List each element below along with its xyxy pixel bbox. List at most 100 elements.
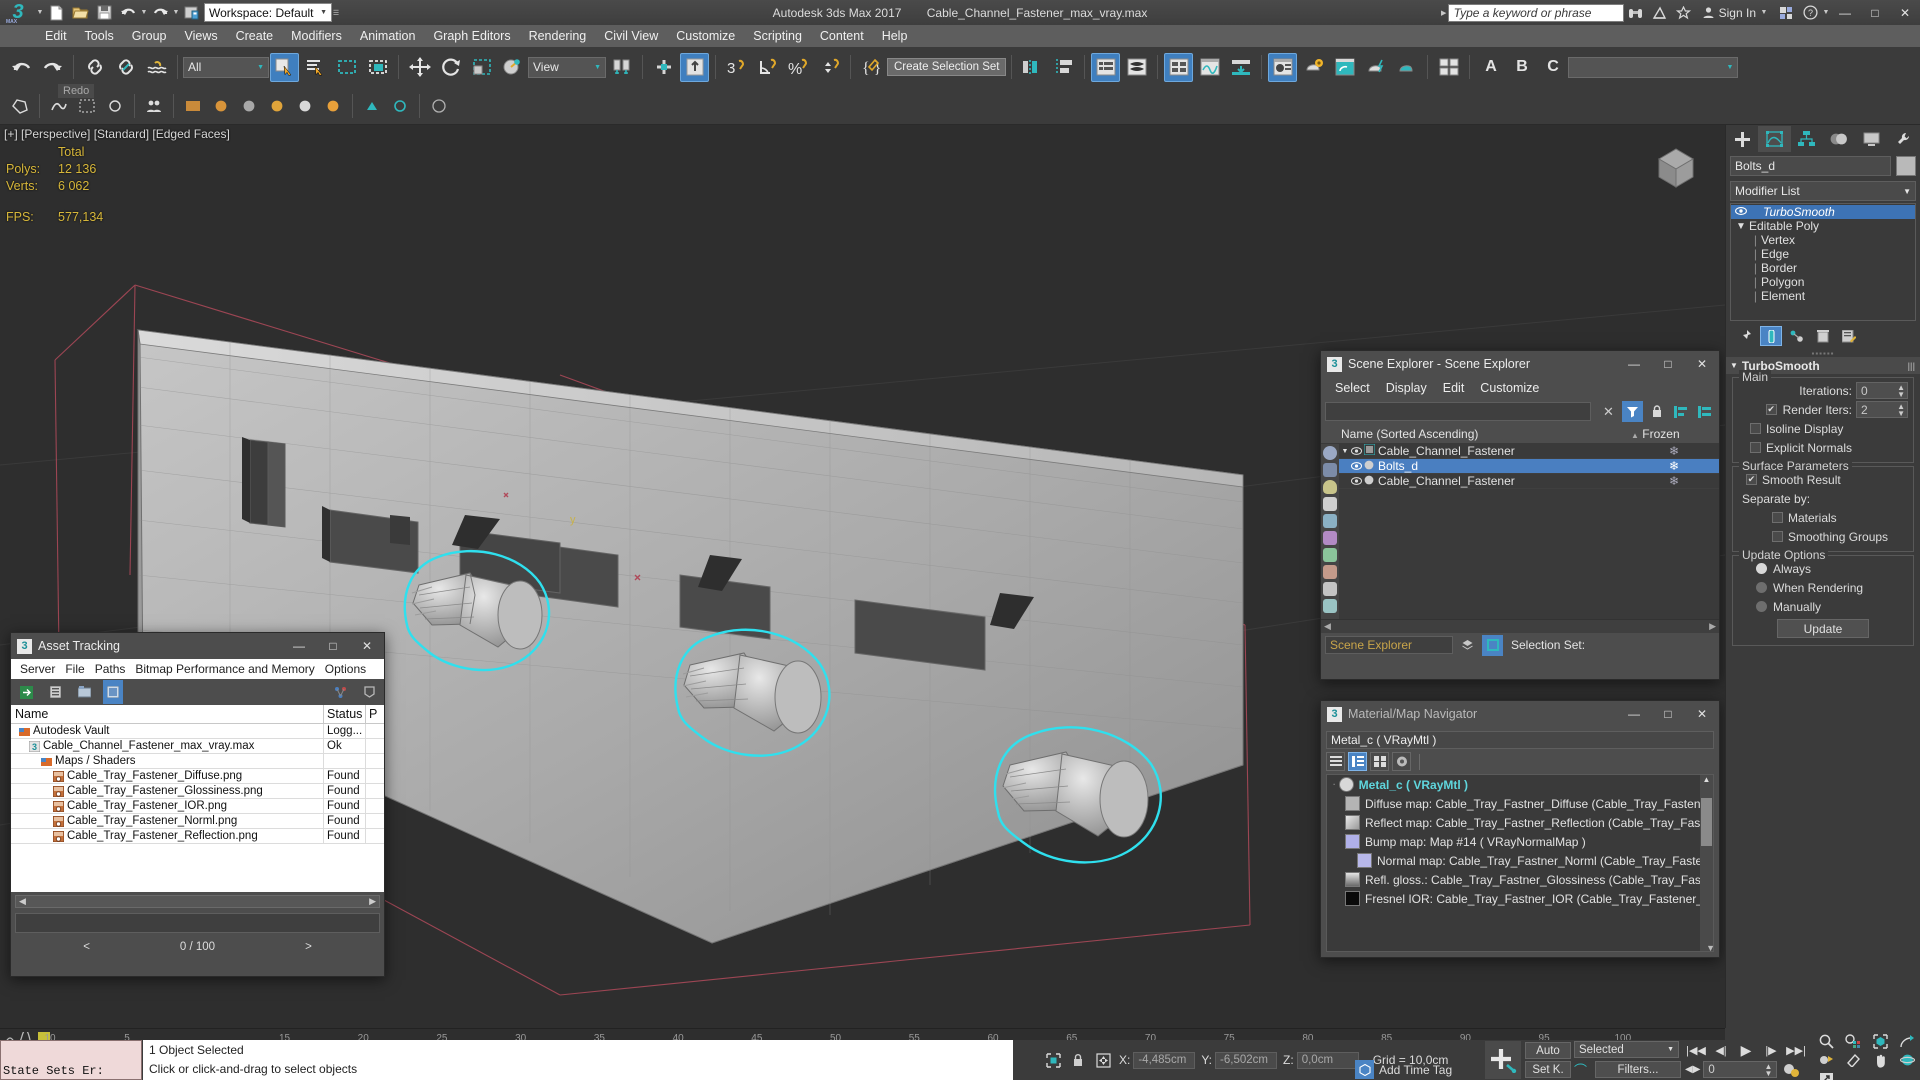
scene-explorer-row-group[interactable]: ▼ Cable_Channel_Fastener ❄: [1339, 443, 1719, 459]
show-end-result-icon[interactable]: [1760, 326, 1782, 346]
filter-particles-icon[interactable]: [1323, 599, 1337, 613]
remove-modifier-trash-icon[interactable]: [1812, 326, 1834, 346]
key-filter-caret-icon[interactable]: ▼: [1667, 1046, 1674, 1053]
stack-subobject-element[interactable]: | Element: [1731, 289, 1915, 303]
menu-item-scripting[interactable]: Scripting: [744, 25, 811, 47]
time-tag-icon[interactable]: [1355, 1060, 1374, 1079]
at-row-reflection-png[interactable]: Cable_Tray_Fastener_Reflection.png Found: [11, 829, 384, 844]
column-frozen[interactable]: ▲ Frozen: [1627, 427, 1719, 441]
scene-explorer-menu-edit[interactable]: Edit: [1435, 381, 1473, 395]
modifier-list-caret-icon[interactable]: ▼: [1903, 187, 1911, 196]
text-tool-a-button[interactable]: A: [1476, 53, 1505, 82]
key-filter-combo[interactable]: Selected ▼: [1574, 1041, 1679, 1058]
scene-explorer-minimize-button[interactable]: —: [1617, 351, 1651, 377]
asset-tracking-titlebar[interactable]: 3 Asset Tracking — □ ✕: [11, 633, 384, 659]
at-paths-view-icon[interactable]: [74, 682, 94, 702]
scroll-up-arrow-icon[interactable]: ▲: [1700, 775, 1713, 784]
render-production-button[interactable]: [1361, 53, 1390, 82]
matnav-row-reflect[interactable]: Reflect map: Cable_Tray_Fastner_Reflecti…: [1327, 813, 1713, 832]
menu-item-create[interactable]: Create: [227, 25, 283, 47]
matnav-close-button[interactable]: ✕: [1685, 701, 1719, 727]
open-file-icon[interactable]: [69, 2, 91, 24]
infocenter-expand-icon[interactable]: ▶: [1440, 9, 1448, 17]
maximize-viewport-toggle-icon[interactable]: [1813, 1070, 1839, 1080]
scene-explorer-row-child[interactable]: Cable_Channel_Fastener ❄: [1339, 474, 1719, 489]
filter-shapes-icon[interactable]: [1323, 463, 1337, 477]
scene-converter-button[interactable]: [1122, 53, 1151, 82]
help-caret-icon[interactable]: ▼: [1822, 9, 1830, 16]
stack-subobject-vertex[interactable]: | Vertex: [1731, 233, 1915, 247]
update-mode-manually-row[interactable]: Manually: [1738, 597, 1908, 616]
at-menu-paths[interactable]: Paths: [90, 662, 131, 676]
expand-all-icon[interactable]: [1670, 401, 1691, 422]
schematic-view-button[interactable]: [1195, 53, 1224, 82]
populate-icon[interactable]: [141, 93, 167, 119]
menu-item-content[interactable]: Content: [811, 25, 873, 47]
modifier-stack[interactable]: TurboSmooth ▼ Editable Poly | Vertex | E…: [1730, 203, 1916, 321]
3ds-max-logo-icon[interactable]: 3 MAX: [0, 0, 36, 25]
render-shade-2-icon[interactable]: [208, 93, 234, 119]
undo-icon[interactable]: [117, 2, 139, 24]
menu-item-rendering[interactable]: Rendering: [520, 25, 596, 47]
panel-grip-handle[interactable]: ▪▪▪▪▪▪: [1726, 349, 1920, 358]
layer-explorer-button[interactable]: [1091, 52, 1121, 82]
redo-dropdown-caret-icon[interactable]: ▼: [172, 9, 180, 16]
hierarchy-tab[interactable]: [1791, 126, 1823, 152]
scene-explorer-close-button[interactable]: ✕: [1685, 351, 1719, 377]
menu-item-animation[interactable]: Animation: [351, 25, 425, 47]
menu-item-tools[interactable]: Tools: [76, 25, 123, 47]
render-shade-6-icon[interactable]: [320, 93, 346, 119]
menu-item-customize[interactable]: Customize: [667, 25, 744, 47]
viewport-label[interactable]: [+] [Perspective] [Standard] [Edged Face…: [4, 127, 230, 141]
at-vault-icon[interactable]: [359, 682, 379, 702]
lock-icon[interactable]: [1646, 401, 1667, 422]
select-and-scale-button[interactable]: [467, 53, 496, 82]
menu-item-group[interactable]: Group: [123, 25, 176, 47]
set-key-toggle-button[interactable]: Set K.: [1525, 1061, 1571, 1078]
clear-search-icon[interactable]: ✕: [1598, 401, 1619, 422]
sign-in-button[interactable]: Sign In ▼: [1696, 6, 1774, 20]
menu-item-edit[interactable]: Edit: [36, 25, 76, 47]
create-tab[interactable]: [1726, 126, 1758, 152]
smoothing-groups-checkbox[interactable]: [1772, 531, 1783, 542]
scene-explorer-window[interactable]: 3 Scene Explorer - Scene Explorer — □ ✕ …: [1320, 350, 1720, 680]
menu-item-modifiers[interactable]: Modifiers: [282, 25, 351, 47]
stack-subobject-border[interactable]: | Border: [1731, 261, 1915, 275]
asset-tracking-empty-area[interactable]: [11, 844, 384, 892]
at-row-maxfile[interactable]: 3 Cable_Channel_Fastener_max_vray.max Ok: [11, 739, 384, 754]
use-selection-center-button[interactable]: [649, 53, 678, 82]
update-always-radio[interactable]: [1756, 563, 1767, 574]
at-scroll-right-icon[interactable]: ▶: [369, 896, 376, 907]
bind-to-space-warp-icon[interactable]: [142, 53, 171, 82]
matnav-row-fresnel-ior[interactable]: Fresnel IOR: Cable_Tray_Fastner_IOR (Cab…: [1327, 889, 1713, 908]
collapse-all-icon[interactable]: [1694, 401, 1715, 422]
zoom-all-icon[interactable]: [1840, 1032, 1866, 1050]
viewport-layout-tabs-button[interactable]: [1434, 53, 1463, 82]
exchange-app-store-icon[interactable]: [1775, 2, 1797, 24]
at-column-name[interactable]: Name: [11, 705, 324, 723]
smooth-result-checkbox[interactable]: ✔: [1746, 474, 1757, 485]
isoline-display-checkbox[interactable]: [1750, 423, 1761, 434]
object-name-field[interactable]: Bolts_d: [1730, 156, 1891, 176]
scrollbar-thumb[interactable]: [1701, 798, 1712, 846]
view-cube-icon[interactable]: [1649, 143, 1703, 193]
matnav-list-view-icon[interactable]: [1326, 752, 1345, 771]
frame-spin-arrows-icon[interactable]: ▲ ▼: [1764, 1062, 1772, 1077]
matnav-row-root[interactable]: · Metal_c ( VRayMtl ): [1327, 775, 1713, 794]
at-list-view-icon[interactable]: [45, 682, 65, 702]
matnav-small-icons-icon[interactable]: [1370, 752, 1389, 771]
scene-explorer-maximize-button[interactable]: □: [1651, 351, 1685, 377]
scene-explorer-horizontal-scrollbar[interactable]: ◀ ▶: [1321, 619, 1719, 633]
max-viewport-icon[interactable]: [1813, 1051, 1839, 1069]
selection-filter-combo[interactable]: All ▼: [183, 56, 269, 78]
scene-explorer-row-selected[interactable]: Bolts_d ❄: [1339, 459, 1719, 474]
absolute-relative-toggle-icon[interactable]: [1093, 1052, 1113, 1068]
update-manually-radio[interactable]: [1756, 601, 1767, 612]
favorites-star-icon[interactable]: [1673, 2, 1695, 24]
stack-expand-arrow-icon[interactable]: ▼: [1733, 221, 1749, 232]
at-column-status[interactable]: Status: [324, 705, 366, 723]
select-by-name-button[interactable]: [301, 53, 330, 82]
render-iters-checkbox[interactable]: ✔: [1765, 404, 1777, 415]
motion-tab[interactable]: [1823, 126, 1855, 152]
matnav-titlebar[interactable]: 3 Material/Map Navigator — □ ✕: [1321, 701, 1719, 727]
